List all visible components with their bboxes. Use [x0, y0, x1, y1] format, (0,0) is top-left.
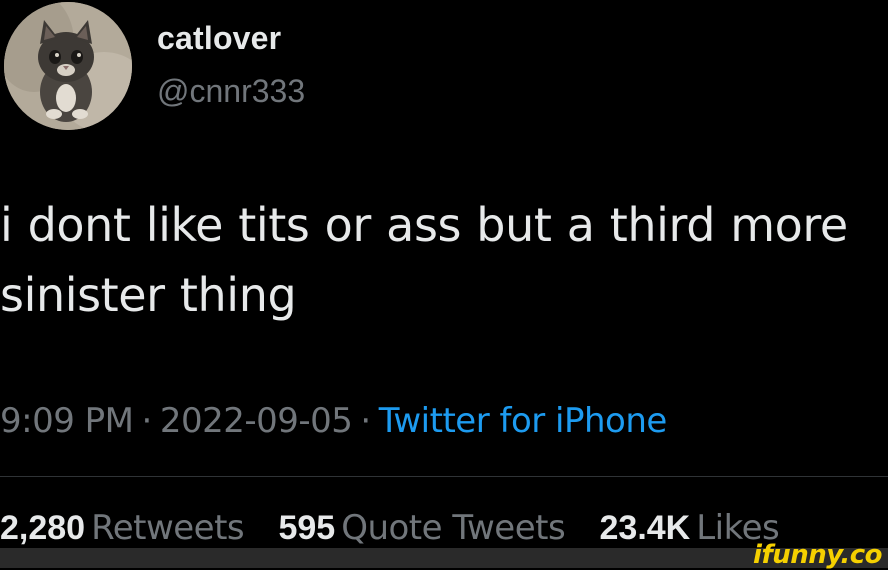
- divider: [0, 476, 888, 477]
- avatar[interactable]: [4, 2, 132, 130]
- tweet-stats: 2,280 Retweets 595 Quote Tweets 23.4K Likes: [0, 508, 803, 548]
- user-handle[interactable]: @cnnr333: [157, 73, 305, 110]
- quote-tweets-count: 595: [278, 509, 336, 547]
- likes-count: 23.4K: [599, 509, 691, 547]
- tweet-text-line-1: i dont like tits or ass but a third more: [0, 198, 848, 252]
- ifunny-watermark: ifunny.co: [753, 540, 882, 570]
- retweets-stat[interactable]: 2,280 Retweets: [0, 508, 245, 548]
- tweet-text: i dont like tits or ass but a third more…: [0, 190, 888, 330]
- quote-tweets-stat[interactable]: 595 Quote Tweets: [278, 508, 565, 548]
- retweets-label: Retweets: [91, 508, 245, 548]
- display-name[interactable]: catlover: [157, 20, 281, 57]
- meta-separator: ·: [360, 401, 371, 441]
- tweet-meta: 9:09 PM · 2022-09-05 · Twitter for iPhone: [0, 401, 667, 441]
- tweet-source-link[interactable]: Twitter for iPhone: [379, 401, 668, 441]
- kitten-avatar-icon: [4, 2, 132, 130]
- quote-tweets-label: Quote Tweets: [341, 508, 566, 548]
- meta-separator: ·: [141, 401, 153, 441]
- tweet-time[interactable]: 9:09 PM: [0, 401, 134, 441]
- tweet-date[interactable]: 2022-09-05: [160, 401, 353, 441]
- retweets-count: 2,280: [0, 509, 86, 547]
- tweet-text-line-2: sinister thing: [0, 268, 297, 322]
